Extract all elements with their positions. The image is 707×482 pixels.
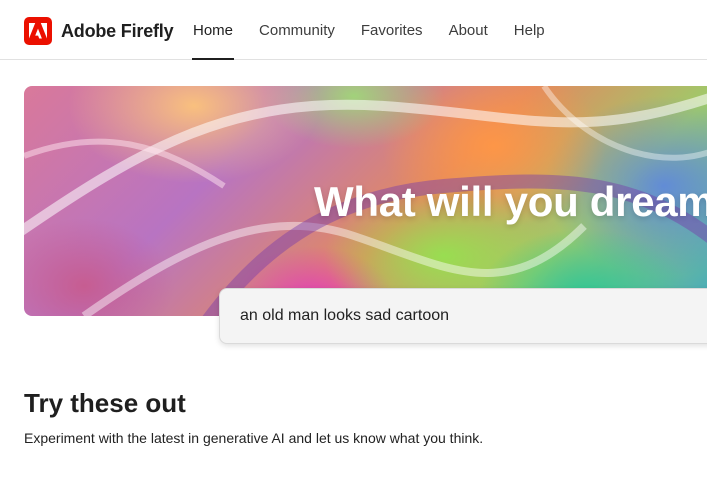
nav-item-community[interactable]: Community [246, 0, 348, 60]
brand-name[interactable]: Adobe Firefly [61, 21, 174, 42]
hero-title: What will you dream [314, 178, 707, 225]
adobe-a-icon[interactable] [24, 17, 52, 45]
section-subtitle: Experiment with the latest in generative… [24, 430, 484, 446]
nav-item-about[interactable]: About [436, 0, 501, 60]
top-navigation-bar: Adobe Firefly Home Community Favorites A… [0, 0, 707, 60]
nav-item-home[interactable]: Home [180, 0, 246, 60]
nav-item-favorites[interactable]: Favorites [348, 0, 436, 60]
nav-item-help[interactable]: Help [501, 0, 558, 60]
brand[interactable]: Adobe Firefly [24, 17, 174, 45]
hero-banner: What will you dream [24, 86, 707, 316]
section-title: Try these out [24, 388, 186, 418]
prompt-box[interactable] [219, 288, 707, 344]
prompt-input[interactable] [240, 307, 700, 325]
main-nav: Home Community Favorites About Help [180, 0, 558, 60]
